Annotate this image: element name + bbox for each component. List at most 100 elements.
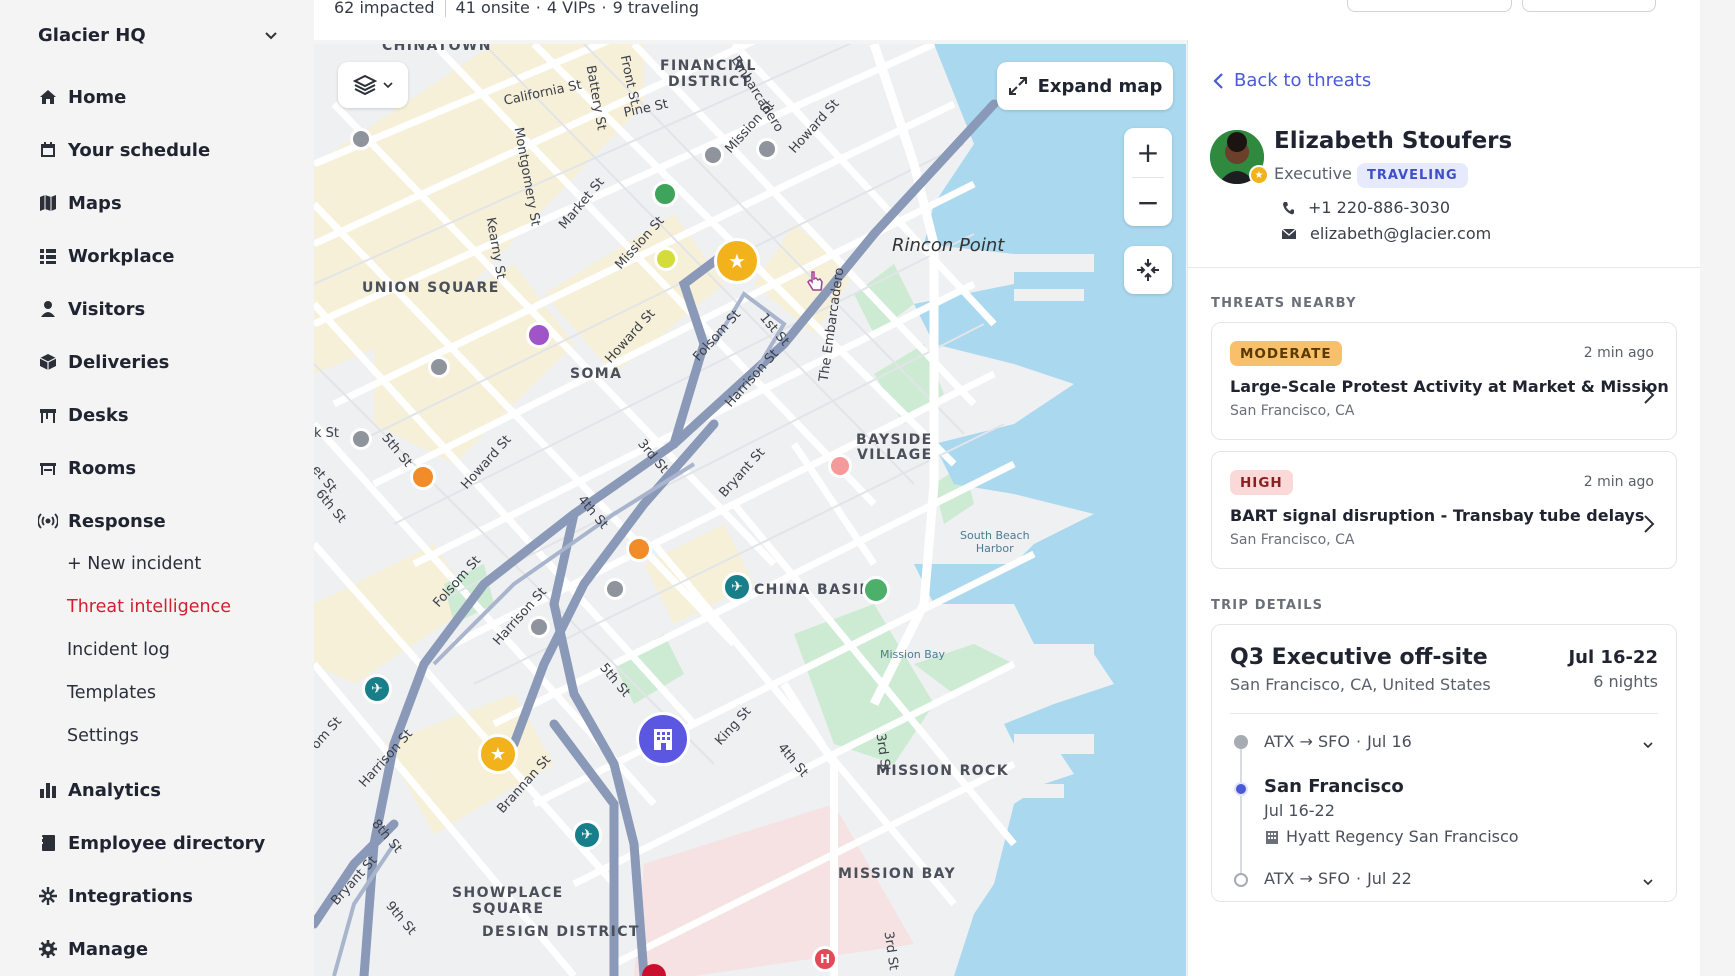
stat-separator: · bbox=[535, 0, 541, 17]
panel-divider bbox=[1187, 267, 1700, 268]
home-marker-icon[interactable] bbox=[350, 128, 372, 150]
phone-number: +1 220-886-3030 bbox=[1308, 198, 1451, 217]
flight-route: ATX → SFO bbox=[1264, 732, 1350, 751]
trip-card: Q3 Executive off-site San Francisco, CA,… bbox=[1211, 624, 1677, 902]
flight-separator: · bbox=[1355, 732, 1362, 751]
trip-name: Q3 Executive off-site bbox=[1230, 645, 1488, 670]
sidebar-item-response[interactable]: Response bbox=[38, 506, 166, 536]
phone-icon bbox=[1283, 201, 1294, 214]
sidebar-item-label: Response bbox=[68, 510, 166, 532]
sidebar-item-workplace[interactable]: Workplace bbox=[38, 241, 175, 271]
calendar-icon bbox=[38, 140, 58, 160]
sidebar-subitem-threat-intelligence[interactable]: Threat intelligence bbox=[67, 593, 231, 621]
sidebar-item-label: Deliveries bbox=[68, 351, 170, 373]
expand-map-label: Expand map bbox=[1037, 75, 1163, 97]
layers-icon bbox=[353, 74, 377, 96]
sidebar-item-desks[interactable]: Desks bbox=[38, 400, 129, 430]
map-label-showplace: SHOWPLACE bbox=[452, 885, 564, 901]
chevron-right-icon bbox=[1644, 515, 1655, 533]
threat-card[interactable]: MODERATE 2 min ago Large-Scale Protest A… bbox=[1211, 322, 1677, 440]
home-marker-icon[interactable] bbox=[702, 144, 724, 166]
trip-details-heading: TRIP DETAILS bbox=[1211, 598, 1324, 613]
broadcast-icon bbox=[38, 511, 58, 531]
sidebar-item-analytics[interactable]: Analytics bbox=[38, 775, 161, 805]
sidebar-subitem-new-incident[interactable]: + New incident bbox=[67, 550, 201, 578]
vip-star-marker-icon[interactable]: ★ bbox=[714, 238, 760, 284]
home-icon bbox=[38, 87, 58, 107]
map-label-square: SQUARE bbox=[472, 901, 545, 917]
map-label-rincon-point: Rincon Point bbox=[892, 235, 1005, 256]
stat-divider bbox=[444, 0, 446, 17]
threat-marker-icon[interactable] bbox=[654, 247, 678, 271]
home-marker-icon[interactable] bbox=[756, 138, 778, 160]
sidebar-subitem-templates[interactable]: Templates bbox=[67, 679, 156, 707]
flight-date: Jul 16 bbox=[1367, 732, 1412, 751]
top-action-button[interactable] bbox=[1522, 0, 1656, 12]
threat-location: San Francisco, CA bbox=[1230, 403, 1355, 419]
poi-marker-icon[interactable] bbox=[526, 322, 552, 348]
timeline-dot bbox=[1234, 873, 1248, 887]
zoom-out-button[interactable]: − bbox=[1124, 178, 1172, 227]
back-to-threats-link[interactable]: Back to threats bbox=[1212, 70, 1371, 91]
sidebar-item-integrations[interactable]: Integrations bbox=[38, 881, 193, 911]
threat-card[interactable]: HIGH 2 min ago BART signal disruption - … bbox=[1211, 451, 1677, 569]
sidebar-item-home[interactable]: Home bbox=[38, 82, 126, 112]
person-role: Executive bbox=[1274, 164, 1352, 183]
flight-leg-return[interactable]: ATX → SFO · Jul 22 bbox=[1264, 869, 1412, 888]
map-label-south-beach: South Beach Harbor bbox=[960, 529, 1030, 555]
hand-cursor-icon bbox=[806, 270, 824, 294]
vip-star-marker-icon[interactable]: ★ bbox=[478, 734, 518, 774]
map-label-bayside: BAYSIDE bbox=[856, 432, 933, 448]
map-view[interactable]: CHINATOWN FINANCIAL DISTRICT UNION SQUAR… bbox=[314, 44, 1186, 976]
flight-separator: · bbox=[1355, 869, 1362, 888]
sidebar-item-maps[interactable]: Maps bbox=[38, 188, 122, 218]
sidebar-subitem-settings[interactable]: Settings bbox=[67, 722, 139, 750]
threat-marker-icon[interactable] bbox=[410, 464, 436, 490]
sidebar-item-your-schedule[interactable]: Your schedule bbox=[38, 135, 210, 165]
chevron-down-icon[interactable] bbox=[1642, 876, 1654, 888]
org-switcher[interactable]: Glacier HQ bbox=[38, 20, 278, 50]
sidebar-item-employee-directory[interactable]: Employee directory bbox=[38, 828, 265, 858]
airport-marker-icon[interactable]: ✈ bbox=[722, 572, 752, 602]
sidebar-item-rooms[interactable]: Rooms bbox=[38, 453, 136, 483]
trip-nights: 6 nights bbox=[1593, 672, 1658, 691]
room-icon bbox=[38, 458, 58, 478]
park-marker-icon[interactable] bbox=[652, 181, 678, 207]
park-marker-icon[interactable] bbox=[862, 576, 890, 604]
visitor-icon bbox=[38, 299, 58, 319]
top-action-button[interactable] bbox=[1347, 0, 1512, 12]
airport-marker-icon[interactable]: ✈ bbox=[362, 674, 392, 704]
directory-icon bbox=[38, 833, 58, 853]
office-building-marker-icon[interactable] bbox=[636, 712, 690, 766]
chevron-down-icon bbox=[265, 32, 277, 40]
sidebar-subitem-incident-log[interactable]: Incident log bbox=[67, 636, 170, 664]
threat-marker-icon[interactable] bbox=[828, 454, 852, 478]
mail-icon bbox=[1282, 228, 1296, 239]
hospital-marker-icon[interactable]: H bbox=[812, 946, 838, 972]
phone-row[interactable]: +1 220-886-3030 bbox=[1282, 198, 1450, 217]
email-row[interactable]: elizabeth@glacier.com bbox=[1282, 224, 1491, 243]
flight-leg-outbound[interactable]: ATX → SFO · Jul 16 bbox=[1264, 732, 1412, 751]
airport-marker-icon[interactable]: ✈ bbox=[572, 820, 602, 850]
map-canvas bbox=[314, 44, 1186, 976]
zoom-in-button[interactable]: + bbox=[1124, 128, 1172, 177]
status-badge: TRAVELING bbox=[1357, 163, 1468, 188]
home-marker-icon[interactable] bbox=[350, 428, 372, 450]
home-marker-icon[interactable] bbox=[428, 356, 450, 378]
street-label: k St bbox=[314, 426, 340, 441]
home-marker-icon[interactable] bbox=[604, 578, 626, 600]
recenter-button[interactable] bbox=[1124, 246, 1172, 294]
map-layers-button[interactable] bbox=[338, 62, 408, 108]
flight-date: Jul 22 bbox=[1367, 869, 1412, 888]
sidebar-item-label: Your schedule bbox=[68, 139, 211, 161]
threat-location: San Francisco, CA bbox=[1230, 532, 1355, 548]
sidebar-item-manage[interactable]: Manage bbox=[38, 934, 148, 964]
stay-hotel[interactable]: Hyatt Regency San Francisco bbox=[1264, 827, 1519, 846]
expand-map-button[interactable]: Expand map bbox=[997, 62, 1173, 110]
threat-marker-icon[interactable] bbox=[626, 536, 652, 562]
sidebar-item-visitors[interactable]: Visitors bbox=[38, 294, 145, 324]
home-marker-icon[interactable] bbox=[528, 616, 550, 638]
zoom-controls: + − bbox=[1124, 128, 1172, 226]
sidebar-item-deliveries[interactable]: Deliveries bbox=[38, 347, 169, 377]
chevron-down-icon[interactable] bbox=[1642, 739, 1654, 751]
